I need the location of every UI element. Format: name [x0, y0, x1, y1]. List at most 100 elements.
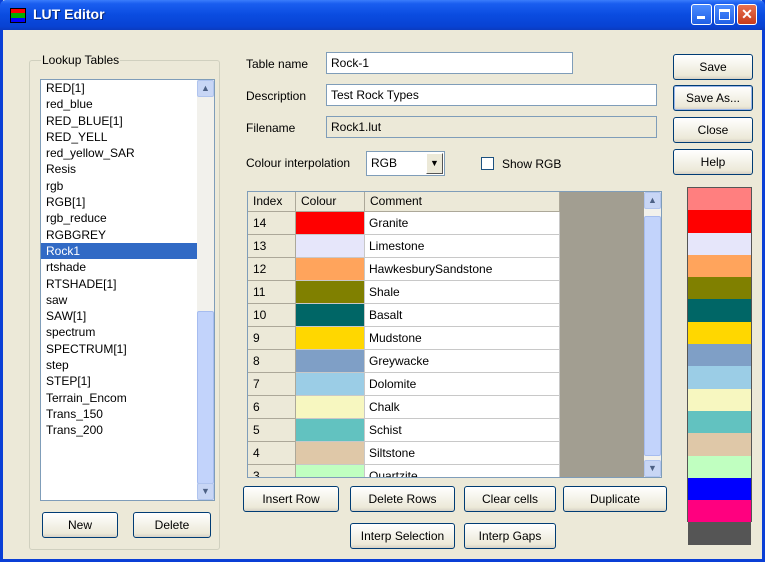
- table-name-field[interactable]: Rock-1: [326, 52, 573, 74]
- scroll-thumb[interactable]: [644, 216, 661, 456]
- row-colour-swatch[interactable]: [296, 235, 365, 258]
- palette-swatch[interactable]: [688, 477, 751, 501]
- row-comment[interactable]: Greywacke: [365, 350, 560, 373]
- help-button[interactable]: Help: [673, 149, 753, 175]
- palette-swatch[interactable]: [688, 321, 751, 345]
- palette-swatch[interactable]: [688, 254, 751, 278]
- scroll-up-icon[interactable]: ▲: [197, 80, 214, 97]
- row-index[interactable]: 10: [248, 304, 296, 327]
- palette-swatch[interactable]: [688, 232, 751, 255]
- title-bar[interactable]: LUT Editor ✕: [0, 0, 765, 30]
- row-index[interactable]: 12: [248, 258, 296, 281]
- row-colour-swatch[interactable]: [296, 396, 365, 419]
- palette-swatch[interactable]: [688, 366, 751, 389]
- chevron-down-icon[interactable]: ▼: [426, 153, 443, 174]
- row-colour-swatch[interactable]: [296, 350, 365, 373]
- palette-swatch[interactable]: [688, 455, 751, 478]
- table-row[interactable]: 10 Basalt: [248, 304, 560, 327]
- row-comment[interactable]: HawkesburySandstone: [365, 258, 560, 281]
- scroll-thumb[interactable]: [197, 311, 214, 484]
- row-index[interactable]: 13: [248, 235, 296, 258]
- row-index[interactable]: 4: [248, 442, 296, 465]
- list-item[interactable]: STEP[1]: [41, 373, 214, 389]
- row-index[interactable]: 6: [248, 396, 296, 419]
- maximize-button[interactable]: [714, 4, 735, 25]
- list-item[interactable]: SPECTRUM[1]: [41, 341, 214, 357]
- palette-swatch[interactable]: [688, 388, 751, 411]
- table-row[interactable]: 8 Greywacke: [248, 350, 560, 373]
- row-index[interactable]: 3: [248, 465, 296, 477]
- row-comment[interactable]: Schist: [365, 419, 560, 442]
- minimize-button[interactable]: [691, 4, 712, 25]
- table-row[interactable]: 3 Quartzite: [248, 465, 560, 477]
- row-comment[interactable]: Siltstone: [365, 442, 560, 465]
- table-row[interactable]: 12 HawkesburySandstone: [248, 258, 560, 281]
- row-colour-swatch[interactable]: [296, 258, 365, 281]
- column-header-colour[interactable]: Colour: [296, 192, 365, 212]
- table-row[interactable]: 6 Chalk: [248, 396, 560, 419]
- row-colour-swatch[interactable]: [296, 281, 365, 304]
- list-item[interactable]: Trans_200: [41, 422, 214, 438]
- row-colour-swatch[interactable]: [296, 442, 365, 465]
- description-field[interactable]: Test Rock Types: [326, 84, 657, 106]
- list-item[interactable]: RED[1]: [41, 80, 214, 96]
- row-colour-swatch[interactable]: [296, 327, 365, 350]
- list-scrollbar[interactable]: ▲ ▼: [197, 80, 214, 500]
- list-item[interactable]: RED_BLUE[1]: [41, 113, 214, 129]
- show-rgb-checkbox[interactable]: [481, 157, 494, 170]
- delete-rows-button[interactable]: Delete Rows: [350, 486, 455, 512]
- row-comment[interactable]: Granite: [365, 212, 560, 235]
- list-item[interactable]: red_yellow_SAR: [41, 145, 214, 161]
- list-item[interactable]: RGBGREY: [41, 227, 214, 243]
- row-index[interactable]: 9: [248, 327, 296, 350]
- palette-swatch[interactable]: [688, 500, 751, 523]
- row-comment[interactable]: Basalt: [365, 304, 560, 327]
- list-item[interactable]: Trans_150: [41, 406, 214, 422]
- save-as-button[interactable]: Save As...: [673, 85, 753, 111]
- list-item[interactable]: RTSHADE[1]: [41, 276, 214, 292]
- palette-swatch[interactable]: [688, 433, 751, 456]
- list-item[interactable]: red_blue: [41, 96, 214, 112]
- scroll-down-icon[interactable]: ▼: [644, 460, 661, 477]
- list-item[interactable]: Terrain_Encom: [41, 390, 214, 406]
- close-button[interactable]: Close: [673, 117, 753, 143]
- row-comment[interactable]: Dolomite: [365, 373, 560, 396]
- row-colour-swatch[interactable]: [296, 373, 365, 396]
- row-comment[interactable]: Limestone: [365, 235, 560, 258]
- row-comment[interactable]: Quartzite: [365, 465, 560, 477]
- column-header-comment[interactable]: Comment: [365, 192, 560, 212]
- list-item[interactable]: RGB[1]: [41, 194, 214, 210]
- list-item[interactable]: SAW[1]: [41, 308, 214, 324]
- grid-scrollbar[interactable]: ▲ ▼: [644, 192, 661, 477]
- scroll-up-icon[interactable]: ▲: [644, 192, 661, 209]
- column-header-index[interactable]: Index: [248, 192, 296, 212]
- list-item[interactable]: rgb_reduce: [41, 210, 214, 226]
- row-comment[interactable]: Shale: [365, 281, 560, 304]
- table-row[interactable]: 11 Shale: [248, 281, 560, 304]
- row-colour-swatch[interactable]: [296, 465, 365, 477]
- insert-row-button[interactable]: Insert Row: [243, 486, 339, 512]
- palette-swatch[interactable]: [688, 299, 751, 322]
- colour-interpolation-select[interactable]: RGB ▼: [366, 151, 445, 176]
- row-index[interactable]: 14: [248, 212, 296, 235]
- table-row[interactable]: 7 Dolomite: [248, 373, 560, 396]
- delete-button[interactable]: Delete: [133, 512, 211, 538]
- duplicate-button[interactable]: Duplicate: [563, 486, 667, 512]
- close-window-button[interactable]: ✕: [737, 4, 757, 25]
- row-comment[interactable]: Chalk: [365, 396, 560, 419]
- list-item[interactable]: Resis: [41, 161, 214, 177]
- list-item[interactable]: spectrum: [41, 324, 214, 340]
- new-button[interactable]: New: [42, 512, 118, 538]
- list-item[interactable]: saw: [41, 292, 214, 308]
- list-item[interactable]: step: [41, 357, 214, 373]
- table-row[interactable]: 5 Schist: [248, 419, 560, 442]
- scroll-down-icon[interactable]: ▼: [197, 483, 214, 500]
- palette-swatch[interactable]: [688, 410, 751, 434]
- list-item[interactable]: RED_YELL: [41, 129, 214, 145]
- row-index[interactable]: 11: [248, 281, 296, 304]
- clear-cells-button[interactable]: Clear cells: [464, 486, 556, 512]
- row-colour-swatch[interactable]: [296, 212, 365, 235]
- row-colour-swatch[interactable]: [296, 419, 365, 442]
- row-index[interactable]: 5: [248, 419, 296, 442]
- interp-selection-button[interactable]: Interp Selection: [350, 523, 455, 549]
